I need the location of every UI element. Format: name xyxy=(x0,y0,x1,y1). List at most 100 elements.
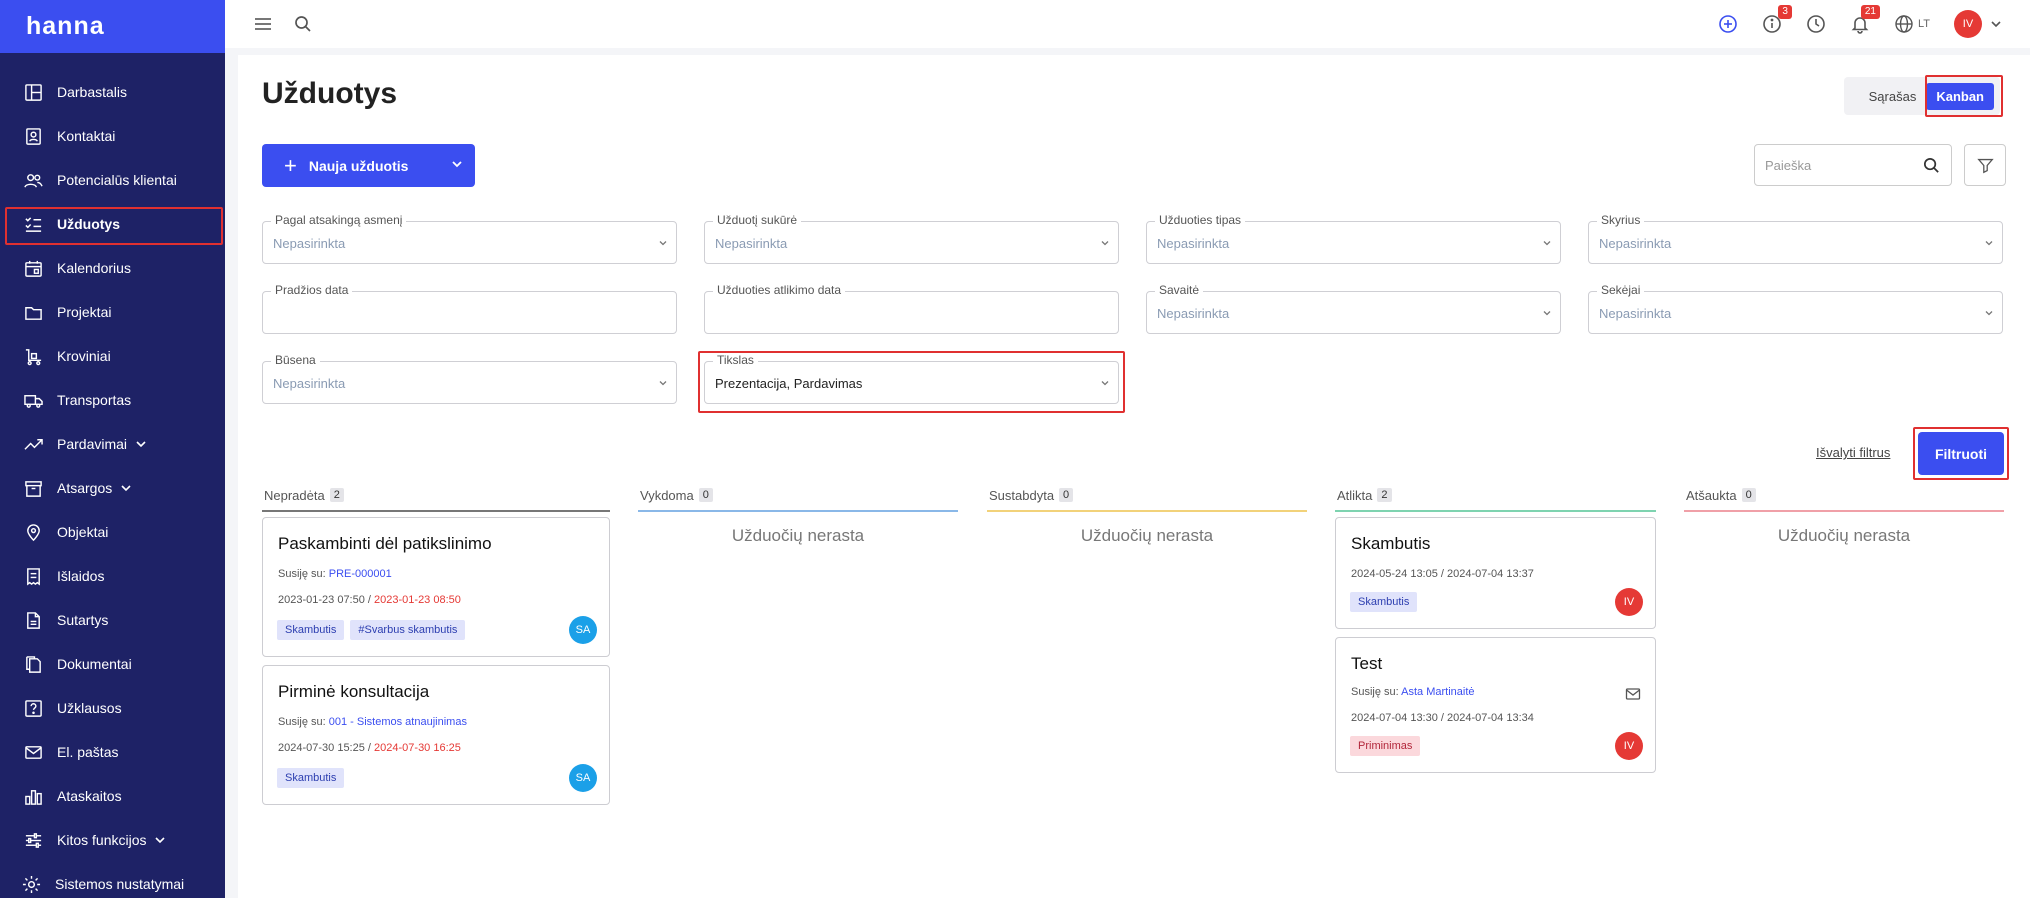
sidebar-item-label: Ataskaitos xyxy=(57,788,122,804)
clear-filters-link[interactable]: Išvalyti filtrus xyxy=(1816,445,1890,460)
column-count: 0 xyxy=(1741,488,1756,502)
column-count: 2 xyxy=(1377,488,1392,502)
search-icon[interactable] xyxy=(1922,156,1941,175)
department-select[interactable]: Skyrius Nepasirinkta xyxy=(1588,213,2003,264)
sidebar-item-label: Kontaktai xyxy=(57,128,116,144)
sidebar-item-ataskaitos[interactable]: Ataskaitos xyxy=(0,774,225,818)
new-task-label: Nauja užduotis xyxy=(308,157,409,174)
archive-icon xyxy=(25,480,42,497)
done-date-field[interactable]: Užduoties atlikimo data xyxy=(704,283,1119,334)
date-start: 2024-07-30 15:25 / xyxy=(278,742,371,754)
date-end: 2024-07-30 16:25 xyxy=(374,742,461,754)
task-title: Paskambinti dėl patikslinimo xyxy=(278,534,492,553)
task-card[interactable]: Pirminė konsultacija Susiję su: 001 - Si… xyxy=(262,665,610,805)
week-select[interactable]: Savaitė Nepasirinkta xyxy=(1146,283,1561,334)
sidebar-item-sistemos-nustatymai[interactable]: Sistemos nustatymai xyxy=(0,862,225,898)
clock-icon[interactable] xyxy=(1806,14,1826,34)
task-tags: Skambutis #Svarbus skambutis xyxy=(277,620,466,640)
search-icon[interactable] xyxy=(293,14,313,34)
tag: Skambutis xyxy=(277,620,345,640)
chevron-down-icon[interactable] xyxy=(154,834,166,846)
relation-link[interactable]: PRE-000001 xyxy=(329,568,392,580)
field-label: Skyrius xyxy=(1597,213,1645,227)
reports-icon xyxy=(25,789,42,805)
sidebar-item-label: Išlaidos xyxy=(57,568,105,584)
sidebar-item-transportas[interactable]: Transportas xyxy=(0,378,225,422)
sidebar-item-objektai[interactable]: Objektai xyxy=(0,510,225,554)
hamburger-menu-icon[interactable] xyxy=(253,14,273,34)
add-circle-icon[interactable] xyxy=(1718,14,1738,34)
relation-label: Susiję su: xyxy=(278,568,326,580)
task-type-select[interactable]: Užduoties tipas Nepasirinkta xyxy=(1146,213,1561,264)
sidebar-item-kitos-funkcijos[interactable]: Kitos funkcijos xyxy=(0,818,225,862)
relation-link[interactable]: 001 - Sistemos atnaujinimas xyxy=(329,716,467,728)
assignee-avatar[interactable]: SA xyxy=(569,616,597,644)
info-button[interactable]: 3 xyxy=(1762,5,1792,34)
app-logo[interactable]: hanna xyxy=(26,12,105,41)
chevron-down-icon[interactable] xyxy=(120,482,132,494)
contacts-icon xyxy=(26,127,41,145)
sidebar-item-pardavimai[interactable]: Pardavimai xyxy=(0,422,225,466)
relation-link[interactable]: Asta Martinaitė xyxy=(1401,686,1474,698)
highlight-box xyxy=(1925,75,2003,117)
task-card[interactable]: Paskambinti dėl patikslinimo Susiję su: … xyxy=(262,517,610,657)
leads-icon xyxy=(24,173,43,187)
field-value: Nepasirinkta xyxy=(273,376,346,391)
task-tags: Skambutis xyxy=(1350,592,1418,612)
search-input[interactable]: Paieška xyxy=(1754,144,1952,186)
tag: Priminimas xyxy=(1350,736,1421,756)
notifications-button[interactable]: 21 xyxy=(1850,5,1880,34)
sidebar-item-potencialus-klientai[interactable]: Potencialūs klientai xyxy=(0,158,225,202)
sidebar-item-dokumentai[interactable]: Dokumentai xyxy=(0,642,225,686)
notifications-badge: 21 xyxy=(1860,5,1880,19)
sidebar: hanna Darbastalis Kontaktai Potencialūs … xyxy=(0,0,225,898)
language-selector[interactable]: LT xyxy=(1894,14,1930,34)
sidebar-item-kalendorius[interactable]: Kalendorius xyxy=(0,246,225,290)
task-dates: 2024-07-04 13:30 / 2024-07-04 13:34 xyxy=(1351,712,1534,724)
creator-select[interactable]: Užduotį sukūrė Nepasirinkta xyxy=(704,213,1119,264)
date-end: 2023-01-23 08:50 xyxy=(374,594,461,606)
highlight-box xyxy=(698,351,1125,413)
tag: Skambutis xyxy=(277,768,345,788)
column-count: 0 xyxy=(1059,488,1074,502)
kanban-column-vykdoma: Vykdoma 0 Užduočių nerasta xyxy=(638,483,958,546)
chevron-down-icon[interactable] xyxy=(135,438,147,450)
sidebar-item-kontaktai[interactable]: Kontaktai xyxy=(0,114,225,158)
user-menu[interactable]: IV xyxy=(1954,10,2002,38)
column-title: Nepradėta xyxy=(264,487,325,503)
filter-button[interactable] xyxy=(1964,144,2006,186)
task-card[interactable]: Test Susiję su: Asta Martinaitė 2024-07-… xyxy=(1335,637,1656,773)
view-list-button[interactable]: Sąrašas xyxy=(1859,83,1927,110)
chevron-down-icon xyxy=(1543,241,1551,246)
sidebar-item-sutartys[interactable]: Sutartys xyxy=(0,598,225,642)
sidebar-item-darbastalis[interactable]: Darbastalis xyxy=(0,70,225,114)
truck-icon xyxy=(24,394,43,408)
assignee-avatar[interactable]: IV xyxy=(1615,588,1643,616)
assignee-avatar[interactable]: IV xyxy=(1615,732,1643,760)
sidebar-item-uzduotys[interactable]: Užduotys xyxy=(0,202,225,246)
user-avatar: IV xyxy=(1954,10,1982,38)
sidebar-item-label: Pardavimai xyxy=(57,436,128,452)
status-select[interactable]: Būsena Nepasirinkta xyxy=(262,353,677,404)
sidebar-item-label: Užduotys xyxy=(57,216,120,232)
sidebar-item-atsargos[interactable]: Atsargos xyxy=(0,466,225,510)
start-date-field[interactable]: Pradžios data xyxy=(262,283,677,334)
column-count: 0 xyxy=(698,488,713,502)
field-label: Būsena xyxy=(271,353,320,367)
sidebar-item-uzklausos[interactable]: Užklausos xyxy=(0,686,225,730)
relation-label: Susiję su: xyxy=(1351,686,1399,698)
sidebar-item-islaidos[interactable]: Išlaidos xyxy=(0,554,225,598)
sidebar-item-kroviniai[interactable]: Kroviniai xyxy=(0,334,225,378)
followers-select[interactable]: Sekėjai Nepasirinkta xyxy=(1588,283,2003,334)
task-title: Test xyxy=(1351,654,1383,673)
folder-icon xyxy=(25,306,42,320)
task-card[interactable]: Skambutis 2024-05-24 13:05 / 2024-07-04 … xyxy=(1335,517,1656,629)
chevron-down-icon xyxy=(1985,311,1993,316)
assignee-avatar[interactable]: SA xyxy=(569,764,597,792)
sidebar-item-el-pastas[interactable]: El. paštas xyxy=(0,730,225,774)
responsible-select[interactable]: Pagal atsakingą asmenį Nepasirinkta xyxy=(262,213,677,264)
mail-icon[interactable] xyxy=(1625,686,1641,702)
sidebar-item-projektai[interactable]: Projektai xyxy=(0,290,225,334)
chevron-down-icon[interactable] xyxy=(451,158,463,170)
new-task-button[interactable]: + Nauja užduotis xyxy=(262,144,475,187)
